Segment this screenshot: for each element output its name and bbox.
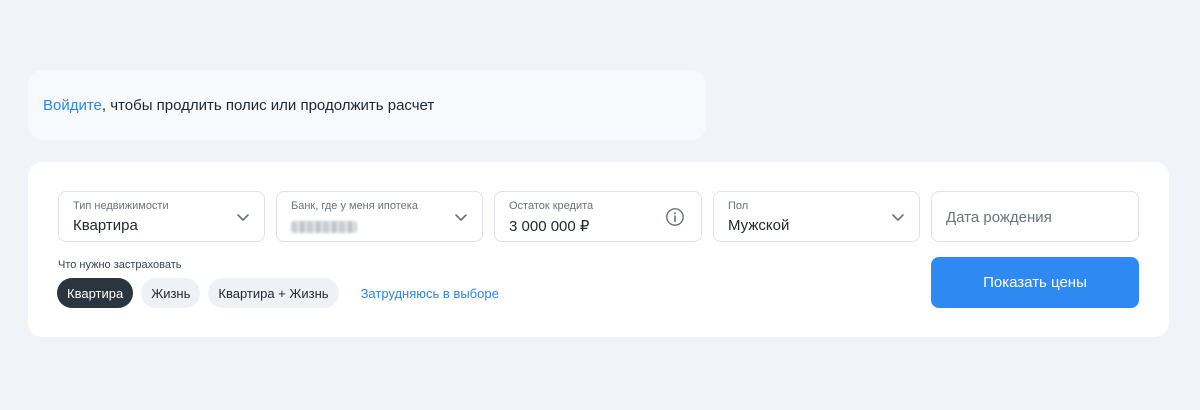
gender-label: Пол	[728, 200, 749, 212]
help-choose-link[interactable]: Затрудняюсь в выборе	[361, 286, 499, 301]
loan-balance-label: Остаток кредита	[509, 200, 594, 212]
property-type-value: Квартира	[73, 217, 138, 234]
property-type-select[interactable]: Тип недвижимости Квартира	[58, 191, 265, 242]
bank-label: Банк, где у меня ипотека	[291, 200, 418, 212]
login-banner-text: , чтобы продлить полис или продолжить ра…	[101, 96, 435, 114]
gender-value: Мужской	[728, 217, 790, 234]
birth-date-placeholder: Дата рождения	[946, 209, 1052, 226]
bank-value-obscured	[291, 221, 357, 233]
login-link[interactable]: Войдите	[43, 97, 102, 114]
chevron-down-icon	[455, 214, 467, 221]
bank-select[interactable]: Банк, где у меня ипотека	[276, 191, 483, 242]
insure-section-label: Что нужно застраховать	[58, 259, 182, 271]
chevron-down-icon	[237, 214, 249, 221]
insurance-calculator-card: Тип недвижимости Квартира Банк, где у ме…	[28, 162, 1169, 337]
insure-option-life[interactable]: Жизнь	[141, 278, 201, 308]
info-icon[interactable]	[665, 207, 685, 227]
insure-option-apartment[interactable]: Квартира	[57, 278, 134, 308]
insure-options: Квартира Жизнь Квартира + Жизнь Затрудня…	[57, 278, 499, 308]
insure-option-apartment-life[interactable]: Квартира + Жизнь	[208, 278, 339, 308]
login-banner: Войдите, чтобы продлить полис или продол…	[28, 70, 706, 140]
property-type-label: Тип недвижимости	[73, 200, 169, 212]
birth-date-input[interactable]: Дата рождения	[931, 191, 1139, 242]
loan-balance-input[interactable]: Остаток кредита 3 000 000 ₽	[494, 191, 702, 242]
loan-balance-value: 3 000 000 ₽	[509, 218, 590, 235]
chevron-down-icon	[892, 214, 904, 221]
gender-select[interactable]: Пол Мужской	[713, 191, 920, 242]
show-prices-button[interactable]: Показать цены	[931, 257, 1139, 308]
